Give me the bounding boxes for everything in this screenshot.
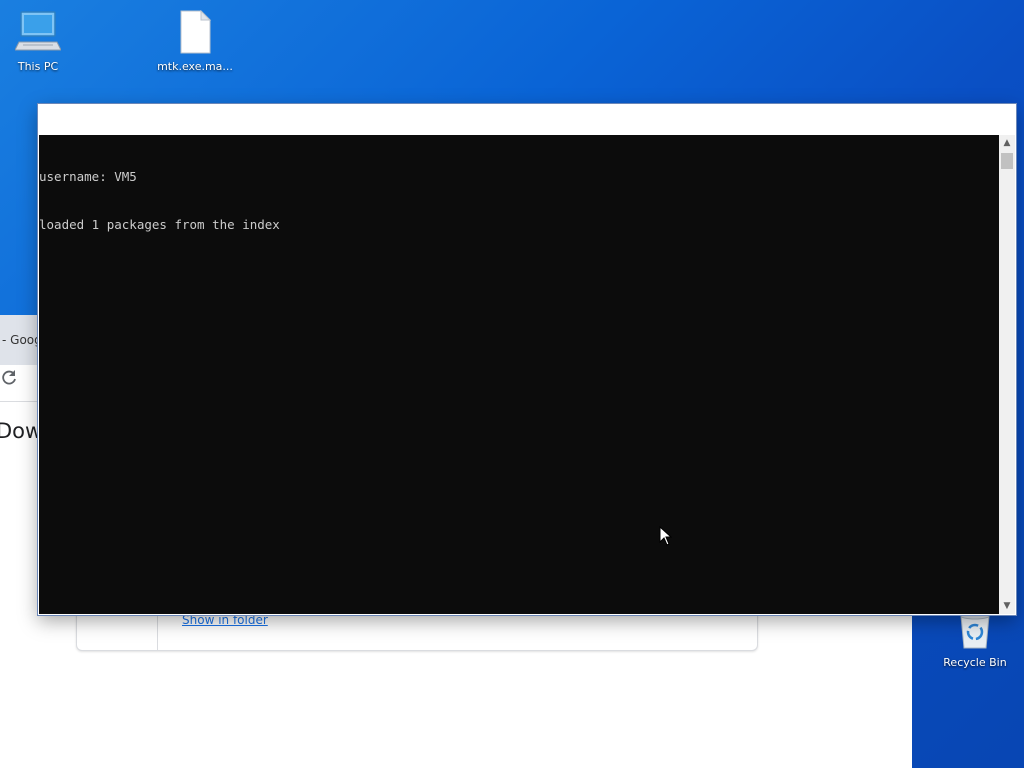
console-line: username: VM5 bbox=[39, 169, 137, 184]
console-titlebar[interactable] bbox=[38, 104, 1016, 135]
show-in-folder-link[interactable]: Show in folder bbox=[182, 613, 268, 627]
desktop-icon-recycle-bin[interactable]: Recycle Bin bbox=[933, 612, 1017, 669]
recycle-bin-icon bbox=[933, 612, 1017, 653]
scroll-down-arrow-icon[interactable]: ▼ bbox=[999, 598, 1015, 614]
scrollbar-thumb[interactable] bbox=[1001, 153, 1013, 169]
desktop-icon-label: This PC bbox=[17, 60, 59, 73]
browser-tab-title[interactable]: - Goog bbox=[2, 333, 42, 347]
desktop-icon-label: mtk.exe.ma... bbox=[157, 60, 233, 73]
desktop-icon-label: Recycle Bin bbox=[943, 656, 1007, 669]
computer-icon bbox=[0, 10, 80, 57]
file-icon bbox=[153, 9, 237, 57]
console-scrollbar[interactable]: ▲ ▼ bbox=[999, 135, 1015, 614]
scroll-up-arrow-icon[interactable]: ▲ bbox=[999, 135, 1015, 151]
console-window[interactable]: username: VM5 loaded 1 packages from the… bbox=[38, 104, 1016, 615]
page-title: Dow bbox=[0, 419, 43, 443]
console-output[interactable]: username: VM5 loaded 1 packages from the… bbox=[39, 135, 999, 614]
reload-icon[interactable] bbox=[0, 369, 18, 387]
desktop-icon-this-pc[interactable]: This PC bbox=[0, 10, 80, 73]
mouse-cursor-icon bbox=[659, 525, 673, 550]
console-line: loaded 1 packages from the index bbox=[39, 217, 280, 232]
desktop: This PC mtk.exe.ma... Recycle Bin - Goog bbox=[0, 0, 1024, 768]
desktop-icon-file[interactable]: mtk.exe.ma... bbox=[153, 9, 237, 73]
